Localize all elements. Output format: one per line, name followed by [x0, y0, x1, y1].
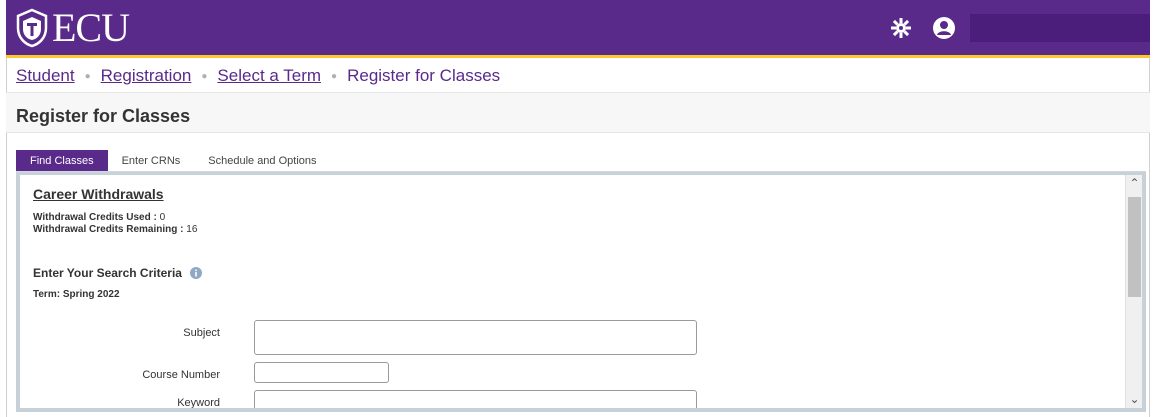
subject-label: Subject — [183, 327, 220, 339]
withdrawal-used-label: Withdrawal Credits Used : — [33, 212, 157, 223]
scroll-up-icon[interactable]: ⌃ — [1126, 175, 1142, 192]
search-criteria-heading: Enter Your Search Criteria — [33, 266, 202, 280]
withdrawal-used-line: Withdrawal Credits Used : 0 — [33, 212, 165, 223]
course-number-input[interactable] — [254, 362, 389, 383]
course-number-label: Course Number — [142, 369, 220, 381]
info-icon[interactable] — [189, 267, 202, 279]
tab-bar: Find Classes Enter CRNs Schedule and Opt… — [16, 150, 331, 172]
header-actions — [890, 12, 956, 44]
find-classes-panel: Career Withdrawals Withdrawal Credits Us… — [16, 172, 1146, 412]
subject-input[interactable] — [254, 320, 697, 355]
breadcrumb-select-term[interactable]: Select a Term — [217, 66, 321, 86]
breadcrumb-separator: ● — [201, 70, 208, 82]
withdrawal-remaining-label: Withdrawal Credits Remaining : — [33, 224, 184, 235]
ecu-logo[interactable]: ECU — [14, 5, 130, 50]
career-withdrawals-heading: Career Withdrawals — [33, 186, 164, 202]
breadcrumb-current: Register for Classes — [347, 66, 501, 85]
seal-icon — [14, 8, 50, 48]
tab-find-classes[interactable]: Find Classes — [16, 150, 108, 172]
search-criteria-heading-text: Enter Your Search Criteria — [33, 266, 182, 280]
keyword-input[interactable] — [254, 390, 697, 408]
page-title: Register for Classes — [16, 106, 191, 126]
withdrawal-remaining-line: Withdrawal Credits Remaining : 16 — [33, 224, 197, 235]
breadcrumb-separator: ● — [84, 70, 91, 82]
breadcrumb: Student ● Registration ● Select a Term ●… — [16, 64, 500, 88]
breadcrumb-separator: ● — [331, 70, 338, 82]
breadcrumb-registration[interactable]: Registration — [101, 66, 192, 86]
logo-text: ECU — [52, 5, 130, 50]
keyword-label: Keyword — [177, 397, 220, 409]
header-gold-stripe — [6, 55, 1150, 58]
user-icon[interactable] — [932, 16, 956, 40]
breadcrumb-student[interactable]: Student — [16, 66, 75, 86]
tab-enter-crns[interactable]: Enter CRNs — [108, 150, 195, 172]
panel-scrollbar[interactable]: ⌃ ⌄ — [1125, 175, 1142, 408]
withdrawal-remaining-value: 16 — [186, 224, 198, 235]
gear-icon[interactable] — [890, 17, 912, 39]
scroll-thumb[interactable] — [1128, 197, 1141, 297]
term-label: Term: Spring 2022 — [33, 289, 120, 300]
withdrawal-used-value: 0 — [159, 212, 166, 223]
user-name-box[interactable] — [970, 14, 1150, 42]
tab-schedule-options[interactable]: Schedule and Options — [194, 150, 330, 172]
scroll-down-icon[interactable]: ⌄ — [1126, 391, 1142, 408]
